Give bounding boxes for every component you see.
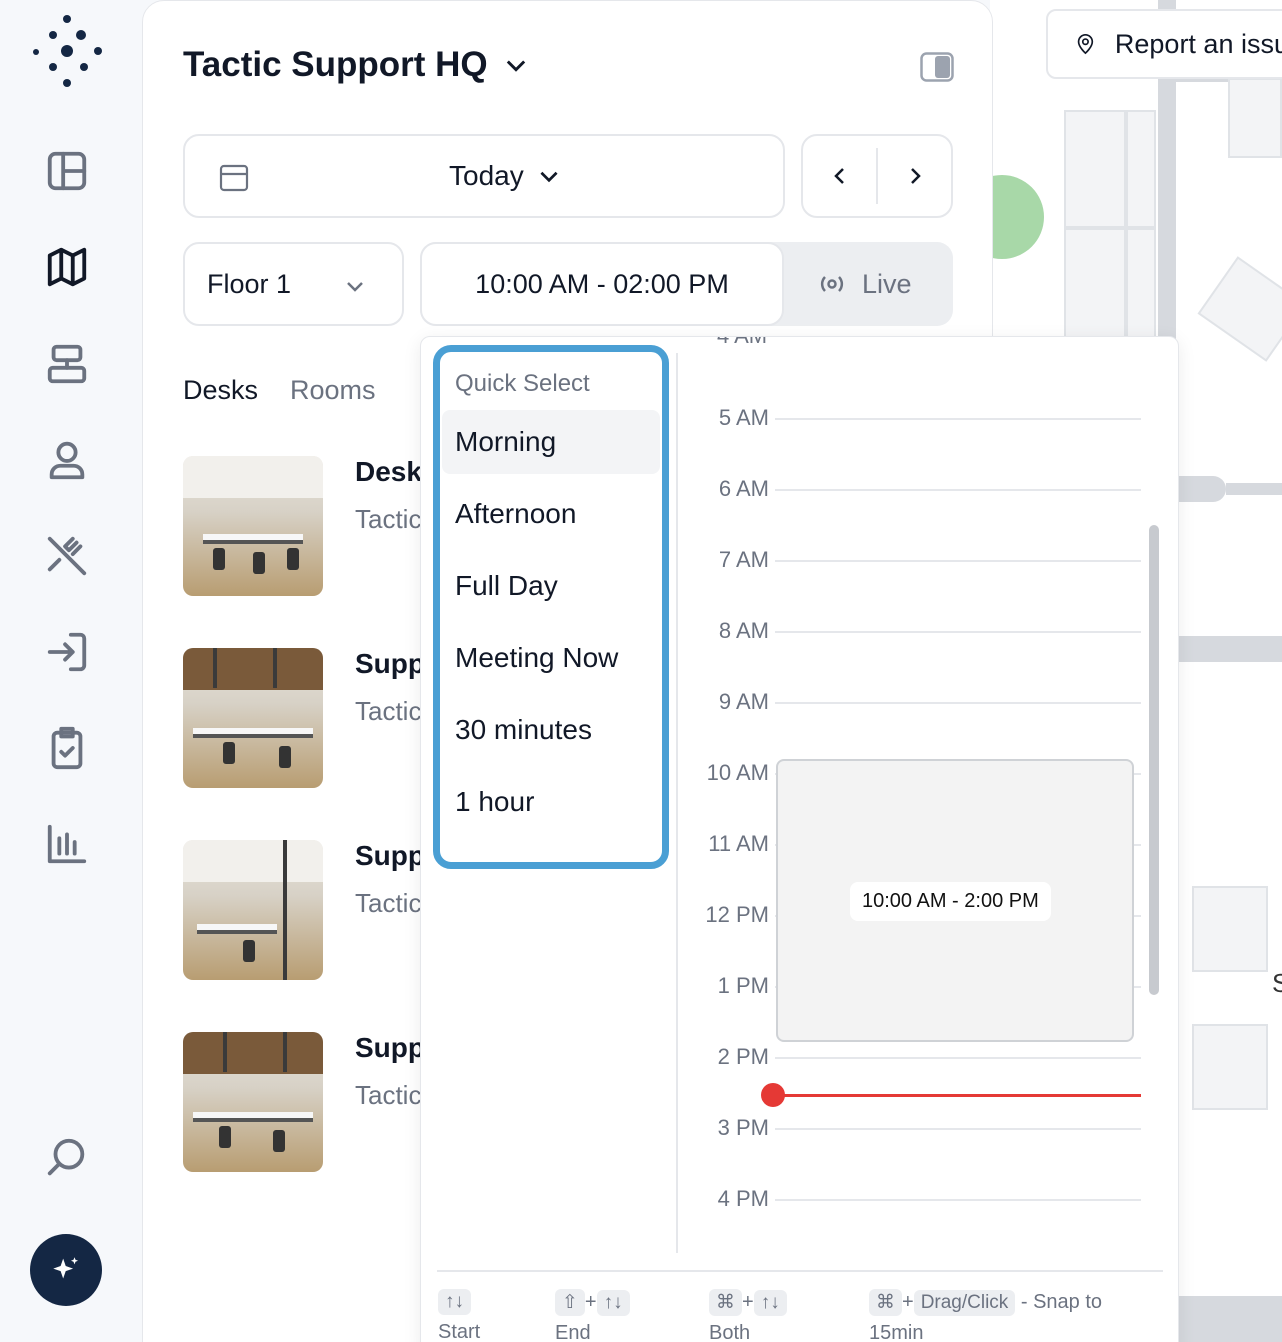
floor-label: Floor 1 bbox=[207, 269, 292, 299]
hour-row: 4 PM bbox=[691, 1186, 1141, 1216]
analytics-icon[interactable] bbox=[42, 819, 92, 869]
page-title: Tactic Support HQ bbox=[183, 45, 488, 84]
desk-photo bbox=[183, 456, 323, 596]
list-item-subtitle: Tactic bbox=[355, 504, 422, 534]
check-in-icon[interactable] bbox=[42, 627, 92, 677]
list-item-subtitle: Tactic bbox=[355, 888, 422, 918]
sparkle-icon bbox=[53, 1257, 79, 1279]
shortcut-hint-snap: ⌘ + Drag/Click - Snap to 15min bbox=[869, 1289, 1103, 1342]
live-button[interactable]: Live bbox=[816, 268, 912, 300]
current-time-line bbox=[779, 1094, 1141, 1097]
current-time-dot bbox=[761, 1083, 785, 1107]
date-label: Today bbox=[449, 160, 524, 191]
shortcut-hint-end: ⇧ + ↑↓ End bbox=[555, 1289, 630, 1342]
date-picker[interactable]: Today bbox=[183, 134, 785, 218]
chevron-down-icon bbox=[506, 60, 525, 72]
quick-select-meeting-now[interactable]: Meeting Now bbox=[442, 626, 660, 690]
location-selector[interactable]: Tactic Support HQ bbox=[183, 45, 530, 85]
ai-assistant-button[interactable] bbox=[30, 1234, 102, 1306]
hour-row: 5 AM bbox=[691, 405, 1141, 435]
search-icon[interactable] bbox=[42, 1133, 92, 1183]
desk-photo bbox=[183, 648, 323, 788]
panel-toggle-icon[interactable] bbox=[920, 52, 954, 82]
quick-select-morning[interactable]: Morning bbox=[442, 410, 660, 474]
shortcut-hint-both: ⌘ + ↑↓ Both bbox=[709, 1289, 787, 1342]
resource-tabs: Desks Rooms bbox=[183, 375, 376, 406]
tab-desks[interactable]: Desks bbox=[183, 375, 258, 406]
quick-select-panel: Quick Select Morning Afternoon Full Day … bbox=[433, 345, 669, 869]
quick-select-30-minutes[interactable]: 30 minutes bbox=[442, 698, 660, 762]
list-item-title: Supp bbox=[355, 648, 425, 679]
list-item-subtitle: Tactic bbox=[355, 696, 422, 726]
map-edge-label: S bbox=[1272, 968, 1282, 998]
hour-row: 3 PM bbox=[691, 1115, 1141, 1145]
report-issue-button[interactable]: Report an issue bbox=[1046, 9, 1282, 79]
map-icon[interactable] bbox=[42, 242, 92, 292]
shortcut-hint-start: ↑↓ Start bbox=[438, 1289, 481, 1342]
time-range-button[interactable]: 10:00 AM - 02:00 PM bbox=[420, 242, 784, 326]
quick-select-title: Quick Select bbox=[455, 370, 590, 397]
list-item-title: Supp bbox=[355, 1032, 425, 1063]
broadcast-icon bbox=[820, 276, 844, 292]
time-range-label: 10:00 AM - 02:00 PM bbox=[475, 268, 729, 299]
floor-select[interactable]: Floor 1 bbox=[183, 242, 404, 326]
selected-time-block[interactable]: 10:00 AM - 2:00 PM bbox=[776, 759, 1134, 1042]
chevron-down-icon bbox=[347, 282, 363, 292]
chevron-right-icon bbox=[910, 168, 921, 184]
list-item-title: Desk bbox=[355, 456, 422, 487]
desk-photo bbox=[183, 1032, 323, 1172]
location-pin-icon bbox=[1077, 34, 1094, 55]
user-icon[interactable] bbox=[42, 435, 92, 485]
chevron-down-icon bbox=[540, 171, 558, 183]
dashboard-icon[interactable] bbox=[42, 146, 92, 196]
date-navigation bbox=[801, 134, 953, 218]
logo-icon bbox=[33, 15, 102, 87]
report-issue-label: Report an issue bbox=[1114, 28, 1282, 59]
desk-photo bbox=[183, 840, 323, 980]
hour-row: 9 AM bbox=[691, 689, 1141, 719]
next-day-button[interactable] bbox=[878, 136, 951, 216]
map-zone-circle[interactable] bbox=[990, 175, 1044, 259]
quick-select-full-day[interactable]: Full Day bbox=[442, 554, 660, 618]
calendar-icon bbox=[219, 164, 249, 192]
list-item-title: Supp bbox=[355, 840, 425, 871]
selected-time-label: 10:00 AM - 2:00 PM bbox=[850, 882, 1051, 921]
food-icon[interactable] bbox=[42, 531, 92, 581]
hour-row: 8 AM bbox=[691, 618, 1141, 648]
time-range-group: 10:00 AM - 02:00 PM Live bbox=[420, 242, 953, 326]
time-picker-popup: Quick Select Morning Afternoon Full Day … bbox=[420, 336, 1179, 1342]
timeline-scrollbar[interactable] bbox=[1149, 525, 1159, 995]
hour-row: 6 AM bbox=[691, 476, 1141, 506]
live-label: Live bbox=[862, 268, 912, 299]
tab-rooms[interactable]: Rooms bbox=[290, 375, 376, 406]
bookings-icon[interactable] bbox=[42, 339, 92, 389]
quick-select-afternoon[interactable]: Afternoon bbox=[442, 482, 660, 546]
hour-label-partial: 4 AM bbox=[717, 337, 797, 357]
previous-day-button[interactable] bbox=[803, 136, 876, 216]
quick-select-1-hour[interactable]: 1 hour bbox=[442, 770, 660, 834]
timeline[interactable]: 4 AM 5 AM 6 AM 7 AM 8 AM 9 AM 10 AM 11 A… bbox=[691, 337, 1161, 1267]
hour-row: 7 AM bbox=[691, 547, 1141, 577]
hour-row: 2 PM bbox=[691, 1044, 1141, 1074]
list-item-subtitle: Tactic bbox=[355, 1080, 422, 1110]
tasks-icon[interactable] bbox=[42, 723, 92, 773]
sidebar bbox=[0, 0, 135, 1342]
chevron-left-icon bbox=[833, 168, 844, 184]
